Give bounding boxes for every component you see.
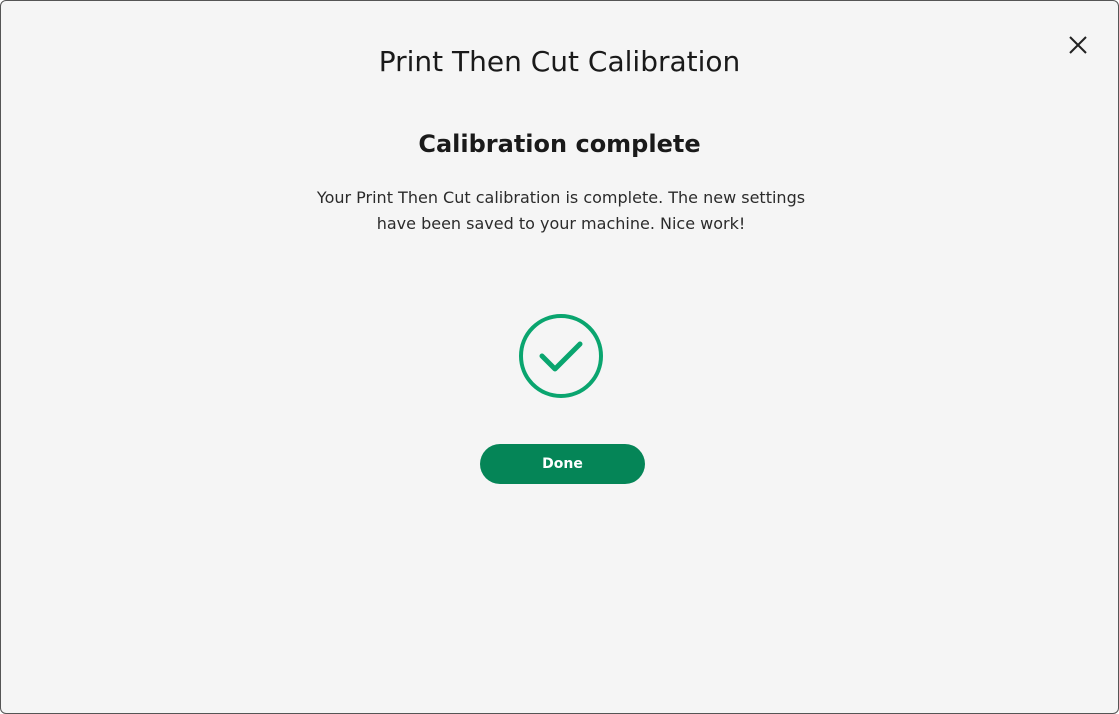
done-button[interactable]: Done xyxy=(480,444,645,484)
close-button[interactable] xyxy=(1065,32,1091,58)
completion-message: Your Print Then Cut calibration is compl… xyxy=(316,188,806,233)
dialog-title: Print Then Cut Calibration xyxy=(378,45,741,78)
check-circle-icon xyxy=(519,314,603,398)
close-icon xyxy=(1069,36,1087,54)
completion-heading: Calibration complete xyxy=(418,130,701,158)
calibration-dialog: Print Then Cut Calibration Calibration c… xyxy=(0,0,1119,714)
